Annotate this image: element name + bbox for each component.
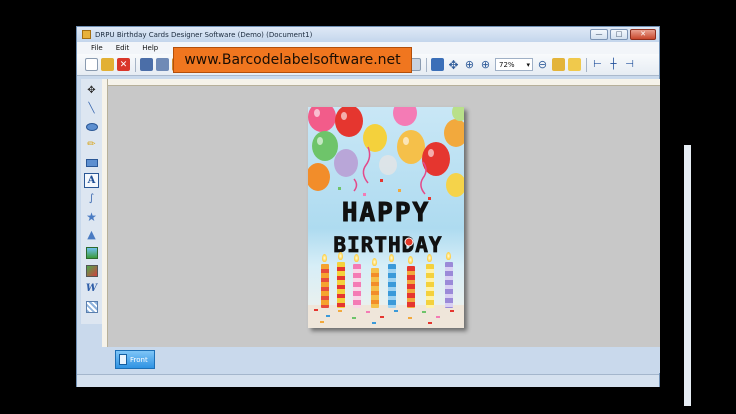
candle bbox=[388, 264, 396, 308]
candle bbox=[426, 264, 434, 308]
close-button[interactable]: ✕ bbox=[630, 29, 656, 40]
maximize-button[interactable]: □ bbox=[610, 29, 628, 40]
toolbar-divider bbox=[586, 57, 587, 72]
candle bbox=[371, 268, 379, 308]
page-icon bbox=[119, 354, 127, 365]
zoom-out-icon[interactable]: ⊖ bbox=[536, 58, 549, 71]
horizontal-ruler bbox=[108, 79, 660, 86]
close-icon[interactable]: ✕ bbox=[117, 58, 130, 71]
picture-library-icon[interactable] bbox=[84, 263, 99, 278]
app-window: DRPU Birthday Cards Designer Software (D… bbox=[76, 26, 691, 406]
toolbar-divider bbox=[426, 57, 427, 72]
flame bbox=[427, 254, 432, 262]
open-folder-icon[interactable] bbox=[101, 58, 114, 71]
card-artwork: HAPPY BIRTHDAY bbox=[308, 107, 464, 328]
page-tab-front[interactable]: Front bbox=[115, 350, 155, 369]
zoom-in-icon[interactable]: ⊕ bbox=[479, 58, 492, 71]
cake-top bbox=[308, 305, 464, 328]
app-icon bbox=[82, 30, 91, 39]
image-icon[interactable] bbox=[84, 245, 99, 260]
flame bbox=[338, 252, 343, 260]
page-tabs-bar: Front bbox=[108, 347, 660, 373]
page-tab-label: Front bbox=[130, 355, 148, 364]
save-as-icon[interactable] bbox=[156, 58, 169, 71]
candle bbox=[337, 262, 345, 308]
left-toolbox: ✥ ╲ ✏ A ∫ ★ ▲ W bbox=[81, 79, 103, 324]
window-controls: — □ ✕ bbox=[590, 29, 656, 40]
balloons bbox=[308, 107, 464, 197]
save-icon[interactable] bbox=[140, 58, 153, 71]
zoom-value: 72% bbox=[499, 60, 515, 69]
align-left-icon[interactable]: ⊢ bbox=[591, 58, 604, 71]
rectangle-icon[interactable] bbox=[84, 155, 99, 170]
pencil-icon[interactable]: ✏ bbox=[84, 137, 99, 152]
card-line-2[interactable]: BIRTHDAY bbox=[333, 233, 442, 258]
align-right-icon[interactable]: ⊣ bbox=[623, 58, 636, 71]
vertical-scrollbar[interactable] bbox=[684, 145, 691, 406]
menu-file[interactable]: File bbox=[91, 44, 103, 52]
flame bbox=[322, 254, 327, 262]
birthday-card[interactable]: HAPPY BIRTHDAY bbox=[308, 107, 464, 328]
website-banner: www.Barcodelabelsoftware.net bbox=[173, 47, 412, 73]
align-center-icon[interactable]: ┼ bbox=[607, 58, 620, 71]
candle bbox=[353, 264, 361, 308]
title-bar: DRPU Birthday Cards Designer Software (D… bbox=[77, 27, 659, 42]
card-line-1[interactable]: HAPPY bbox=[341, 198, 430, 229]
flame bbox=[354, 254, 359, 262]
candle bbox=[321, 264, 329, 308]
align-icon[interactable]: ⊕ bbox=[463, 58, 476, 71]
curve-icon[interactable]: ∫ bbox=[84, 191, 99, 206]
word-art-icon[interactable]: W bbox=[84, 281, 99, 296]
pointer-icon[interactable]: ✥ bbox=[84, 83, 99, 98]
candle bbox=[407, 266, 415, 308]
confetti bbox=[338, 179, 431, 200]
menu-help[interactable]: Help bbox=[142, 44, 158, 52]
star-icon[interactable]: ★ bbox=[84, 209, 99, 224]
window-title: DRPU Birthday Cards Designer Software (D… bbox=[95, 30, 313, 39]
flame bbox=[408, 256, 413, 264]
center-icon[interactable]: ✥ bbox=[447, 58, 460, 72]
flame bbox=[372, 258, 377, 266]
lock-icon[interactable] bbox=[552, 58, 565, 71]
new-document-icon[interactable] bbox=[85, 58, 98, 71]
minimize-button[interactable]: — bbox=[590, 29, 608, 40]
zoom-select[interactable]: 72% ▾ bbox=[495, 58, 533, 71]
flame bbox=[446, 252, 451, 260]
pattern-icon[interactable] bbox=[84, 299, 99, 314]
menu-edit[interactable]: Edit bbox=[116, 44, 130, 52]
status-bar bbox=[77, 374, 659, 387]
unlock-icon[interactable] bbox=[568, 58, 581, 71]
toolbar-divider bbox=[135, 57, 136, 72]
candle bbox=[445, 262, 453, 308]
design-canvas[interactable]: HAPPY BIRTHDAY bbox=[108, 86, 691, 406]
text-icon[interactable]: A bbox=[84, 173, 99, 188]
ellipse-icon[interactable] bbox=[84, 119, 99, 134]
flame bbox=[389, 254, 394, 262]
line-icon[interactable]: ╲ bbox=[84, 101, 99, 116]
selection-handle[interactable] bbox=[404, 237, 414, 247]
grid-icon[interactable] bbox=[431, 58, 444, 71]
chevron-down-icon: ▾ bbox=[526, 60, 530, 69]
triangle-icon[interactable]: ▲ bbox=[84, 227, 99, 242]
